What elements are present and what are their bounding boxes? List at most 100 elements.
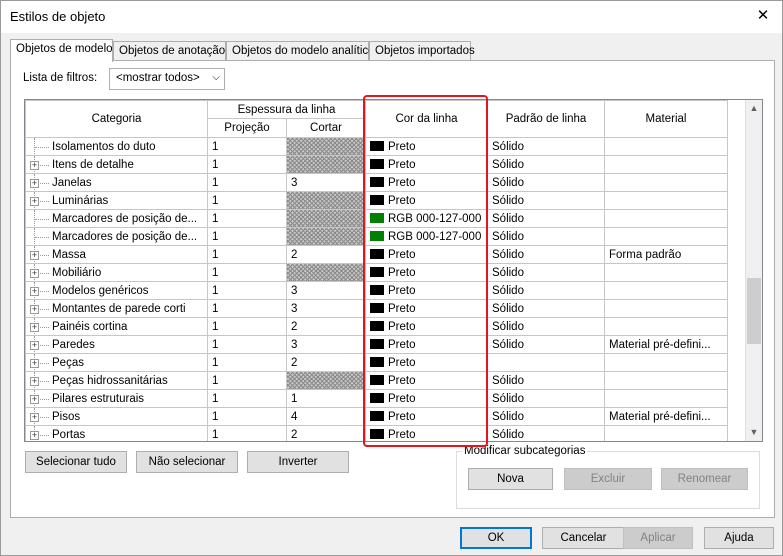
- plus-box-icon[interactable]: +: [30, 269, 39, 278]
- plus-box-icon[interactable]: +: [30, 359, 39, 368]
- material-cell[interactable]: [604, 299, 728, 318]
- line-pattern-cell[interactable]: Sólido: [487, 227, 605, 246]
- category-cell[interactable]: + Luminárias: [25, 191, 208, 210]
- material-cell[interactable]: [604, 173, 728, 192]
- material-cell[interactable]: [604, 227, 728, 246]
- line-pattern-cell[interactable]: Sólido: [487, 173, 605, 192]
- line-color-cell[interactable]: Preto: [365, 353, 488, 372]
- new-subcategory-button[interactable]: Nova: [468, 468, 553, 490]
- category-cell[interactable]: + Paredes: [25, 335, 208, 354]
- line-color-cell[interactable]: Preto: [365, 191, 488, 210]
- material-cell[interactable]: [604, 353, 728, 372]
- plus-box-icon[interactable]: +: [30, 287, 39, 296]
- category-cell[interactable]: Marcadores de posição de...: [25, 227, 208, 246]
- table-row[interactable]: + Modelos genéricos 1 3 Preto Sólido: [25, 281, 728, 300]
- material-cell[interactable]: Material pré-defini...: [604, 335, 728, 354]
- projection-weight-cell[interactable]: 1: [207, 407, 287, 426]
- tab-imported-objects[interactable]: Objetos importados: [369, 41, 475, 61]
- cut-weight-cell[interactable]: 2: [286, 353, 366, 372]
- table-row[interactable]: + Pisos 1 4 Preto Sólido Material pré-defini..…: [25, 407, 728, 426]
- category-cell[interactable]: + Peças: [25, 353, 208, 372]
- plus-box-icon[interactable]: +: [30, 431, 39, 440]
- cut-weight-cell[interactable]: 3: [286, 299, 366, 318]
- table-row[interactable]: + Peças 1 2 Preto: [25, 353, 728, 372]
- scrollbar-thumb[interactable]: [747, 278, 761, 344]
- projection-weight-cell[interactable]: 1: [207, 389, 287, 408]
- rename-subcategory-button[interactable]: Renomear: [661, 468, 748, 490]
- close-icon[interactable]: ✕: [754, 7, 772, 25]
- category-cell[interactable]: + Peças hidrossanitárias: [25, 371, 208, 390]
- projection-weight-cell[interactable]: 1: [207, 317, 287, 336]
- line-color-cell[interactable]: Preto: [365, 389, 488, 408]
- category-cell[interactable]: + Pisos: [25, 407, 208, 426]
- table-row[interactable]: + Mobiliário 1 Preto Sólido: [25, 263, 728, 282]
- line-pattern-cell[interactable]: Sólido: [487, 281, 605, 300]
- plus-box-icon[interactable]: +: [30, 413, 39, 422]
- column-header-line-color[interactable]: Cor da linha: [365, 100, 488, 138]
- table-row[interactable]: Marcadores de posição de... 1 RGB 000-127-…: [25, 227, 728, 246]
- table-row[interactable]: + Paredes 1 3 Preto Sólido Material pré-defini…: [25, 335, 728, 354]
- projection-weight-cell[interactable]: 1: [207, 209, 287, 228]
- table-row[interactable]: + Janelas 1 3 Preto Sólido: [25, 173, 728, 192]
- plus-box-icon[interactable]: +: [30, 179, 39, 188]
- line-pattern-cell[interactable]: Sólido: [487, 137, 605, 156]
- projection-weight-cell[interactable]: 1: [207, 155, 287, 174]
- table-row[interactable]: + Peças hidrossanitárias 1 Preto Sólido: [25, 371, 728, 390]
- category-cell[interactable]: Isolamentos do duto: [25, 137, 208, 156]
- projection-weight-cell[interactable]: 1: [207, 173, 287, 192]
- line-color-cell[interactable]: Preto: [365, 299, 488, 318]
- cut-weight-cell[interactable]: 2: [286, 425, 366, 441]
- line-pattern-cell[interactable]: Sólido: [487, 299, 605, 318]
- plus-box-icon[interactable]: +: [30, 197, 39, 206]
- cut-weight-cell[interactable]: 2: [286, 317, 366, 336]
- line-color-cell[interactable]: Preto: [365, 137, 488, 156]
- line-color-cell[interactable]: Preto: [365, 245, 488, 264]
- table-row[interactable]: + Luminárias 1 Preto Sólido: [25, 191, 728, 210]
- filter-list-dropdown[interactable]: <mostrar todos> ⌵: [109, 68, 225, 90]
- projection-weight-cell[interactable]: 1: [207, 353, 287, 372]
- material-cell[interactable]: Material pré-defini...: [604, 407, 728, 426]
- cancel-button[interactable]: Cancelar: [542, 527, 625, 549]
- line-color-cell[interactable]: Preto: [365, 371, 488, 390]
- table-row[interactable]: + Portas 1 2 Preto Sólido: [25, 425, 728, 441]
- line-pattern-cell[interactable]: Sólido: [487, 245, 605, 264]
- material-cell[interactable]: [604, 191, 728, 210]
- line-color-cell[interactable]: Preto: [365, 263, 488, 282]
- tab-analytical-model-objects[interactable]: Objetos do modelo analítico: [226, 41, 375, 61]
- category-cell[interactable]: + Mobiliário: [25, 263, 208, 282]
- category-cell[interactable]: + Pilares estruturais: [25, 389, 208, 408]
- cut-weight-cell[interactable]: 4: [286, 407, 366, 426]
- projection-weight-cell[interactable]: 1: [207, 299, 287, 318]
- column-header-projection[interactable]: Projeção: [207, 118, 287, 138]
- table-row[interactable]: Isolamentos do duto 1 Preto Sólido: [25, 137, 728, 156]
- table-row[interactable]: + Pilares estruturais 1 1 Preto Sólido: [25, 389, 728, 408]
- line-pattern-cell[interactable]: Sólido: [487, 335, 605, 354]
- line-pattern-cell[interactable]: Sólido: [487, 407, 605, 426]
- plus-box-icon[interactable]: +: [30, 251, 39, 260]
- table-row[interactable]: + Montantes de parede corti 1 3 Preto Sólido: [25, 299, 728, 318]
- line-pattern-cell[interactable]: Sólido: [487, 425, 605, 441]
- category-cell[interactable]: + Massa: [25, 245, 208, 264]
- cut-weight-cell[interactable]: 1: [286, 389, 366, 408]
- table-row[interactable]: Marcadores de posição de... 1 RGB 000-127-…: [25, 209, 728, 228]
- category-cell[interactable]: + Janelas: [25, 173, 208, 192]
- category-cell[interactable]: + Itens de detalhe: [25, 155, 208, 174]
- material-cell[interactable]: [604, 317, 728, 336]
- projection-weight-cell[interactable]: 1: [207, 281, 287, 300]
- line-color-cell[interactable]: RGB 000-127-000: [365, 209, 488, 228]
- projection-weight-cell[interactable]: 1: [207, 263, 287, 282]
- ok-button[interactable]: OK: [460, 527, 532, 549]
- column-header-category[interactable]: Categoria: [25, 100, 208, 138]
- select-none-button[interactable]: Não selecionar: [136, 451, 238, 473]
- category-cell[interactable]: + Portas: [25, 425, 208, 441]
- line-color-cell[interactable]: Preto: [365, 317, 488, 336]
- cut-weight-cell[interactable]: 3: [286, 281, 366, 300]
- column-header-line-pattern[interactable]: Padrão de linha: [487, 100, 605, 138]
- line-color-cell[interactable]: Preto: [365, 425, 488, 441]
- line-color-cell[interactable]: RGB 000-127-000: [365, 227, 488, 246]
- line-pattern-cell[interactable]: Sólido: [487, 389, 605, 408]
- cut-weight-cell[interactable]: 2: [286, 245, 366, 264]
- plus-box-icon[interactable]: +: [30, 341, 39, 350]
- plus-box-icon[interactable]: +: [30, 161, 39, 170]
- material-cell[interactable]: [604, 389, 728, 408]
